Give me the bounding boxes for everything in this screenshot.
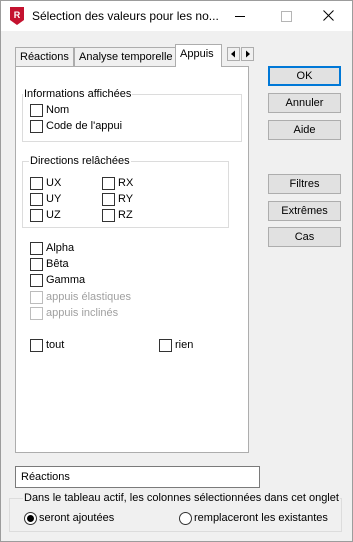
window-title: Sélection des valeurs pour les no... <box>32 9 219 23</box>
tout-label: tout <box>46 339 65 351</box>
tout-checkbox[interactable] <box>30 339 43 352</box>
tab-label: Appuis <box>180 48 214 60</box>
directions-group-title: Directions relâchées <box>29 155 131 167</box>
minimize-button[interactable] <box>217 1 263 31</box>
gamma-label: Gamma <box>46 274 86 286</box>
add-columns-label: seront ajoutées <box>39 512 115 524</box>
rien-checkbox[interactable] <box>159 339 172 352</box>
add-columns-radio[interactable] <box>24 512 37 525</box>
uy-checkbox[interactable] <box>30 193 43 206</box>
appuis-inclines-label: appuis inclinés <box>46 307 119 319</box>
result-name-field[interactable]: Réactions <box>15 466 260 488</box>
replace-columns-label: remplaceront les existantes <box>194 512 328 524</box>
close-button[interactable] <box>306 1 352 31</box>
rx-label: RX <box>118 177 134 189</box>
dialog-window: R Sélection des valeurs pour les no... R… <box>0 0 353 542</box>
app-icon: R <box>9 7 25 25</box>
ux-label: UX <box>46 177 62 189</box>
replace-columns-radio[interactable] <box>179 512 192 525</box>
tab-label: Analyse temporelle <box>79 51 173 63</box>
help-button[interactable]: Aide <box>268 120 341 140</box>
appuis-inclines-checkbox <box>30 307 43 320</box>
rz-label: RZ <box>118 209 133 221</box>
cancel-button[interactable]: Annuler <box>268 93 341 113</box>
nom-checkbox[interactable] <box>30 104 43 117</box>
info-group-title: Informations affichées <box>23 88 133 100</box>
uz-label: UZ <box>46 209 61 221</box>
code-appui-label: Code de l'appui <box>46 120 123 132</box>
beta-label: Bêta <box>46 258 69 270</box>
appuis-elastiques-checkbox <box>30 291 43 304</box>
cases-button[interactable]: Cas <box>268 227 341 247</box>
tab-appuis[interactable]: Appuis <box>175 44 222 67</box>
rx-checkbox[interactable] <box>102 177 115 190</box>
close-icon <box>323 10 334 21</box>
rz-checkbox[interactable] <box>102 209 115 222</box>
tab-scroll-right-button[interactable] <box>241 47 254 61</box>
ux-checkbox[interactable] <box>30 177 43 190</box>
uy-label: UY <box>46 193 62 205</box>
maximize-button[interactable] <box>263 1 309 31</box>
svg-text:R: R <box>14 10 21 20</box>
gamma-checkbox[interactable] <box>30 274 43 287</box>
tab-analyse-temporelle[interactable]: Analyse temporelle <box>74 47 176 66</box>
code-appui-checkbox[interactable] <box>30 120 43 133</box>
beta-checkbox[interactable] <box>30 258 43 271</box>
arrow-right-icon <box>246 50 250 58</box>
alpha-label: Alpha <box>46 242 75 254</box>
ry-label: RY <box>118 193 134 205</box>
rien-label: rien <box>175 339 194 351</box>
ry-checkbox[interactable] <box>102 193 115 206</box>
uz-checkbox[interactable] <box>30 209 43 222</box>
alpha-checkbox[interactable] <box>30 242 43 255</box>
info-group <box>22 94 242 142</box>
extremes-button[interactable]: Extrêmes <box>268 201 341 221</box>
filters-button[interactable]: Filtres <box>268 174 341 194</box>
arrow-left-icon <box>231 50 235 58</box>
columns-group-title: Dans le tableau actif, les colonnes séle… <box>23 492 340 504</box>
nom-label: Nom <box>46 104 70 116</box>
appuis-panel: Informations affichées Nom Code de l'app… <box>15 66 249 453</box>
tab-label: Réactions <box>20 51 69 63</box>
appuis-elastiques-label: appuis élastiques <box>46 291 132 303</box>
tab-scroll-left-button[interactable] <box>227 47 240 61</box>
ok-button[interactable]: OK <box>268 66 341 86</box>
title-bar[interactable]: R Sélection des valeurs pour les no... <box>1 1 352 31</box>
tab-reactions[interactable]: Réactions <box>15 47 74 66</box>
